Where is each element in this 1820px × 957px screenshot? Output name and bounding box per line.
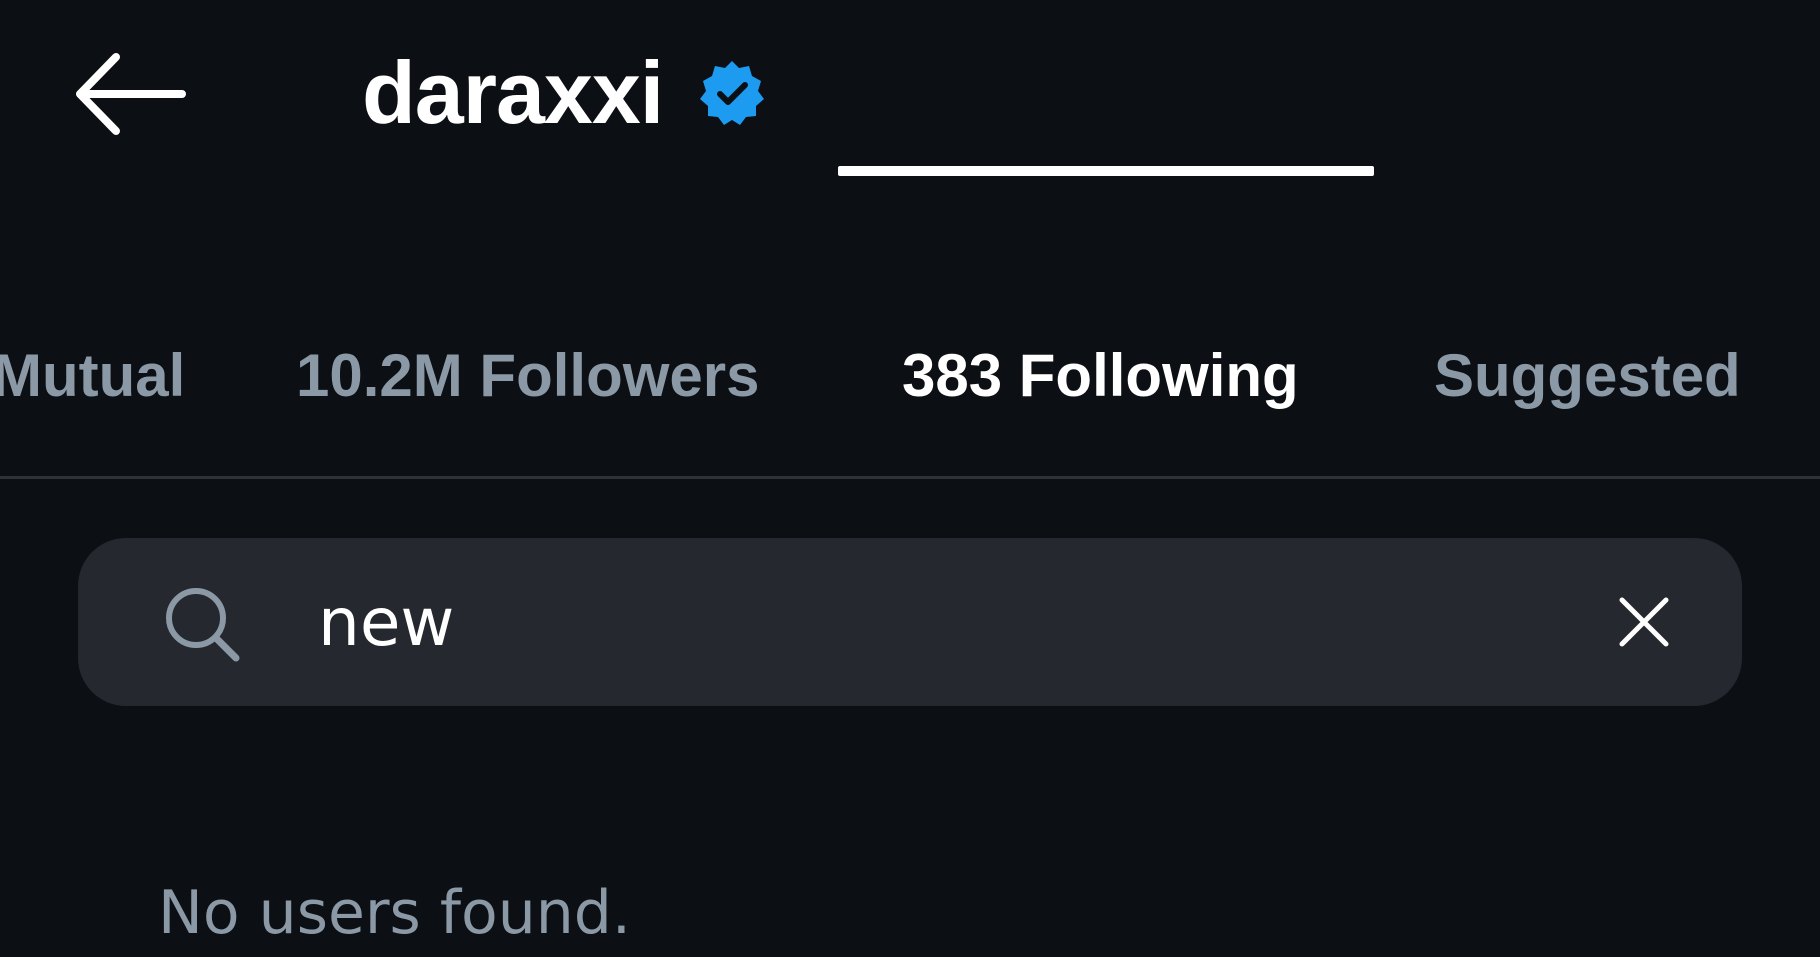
tab-mutual[interactable]: Mutual [0,320,185,430]
page-title: daraxxi [362,43,664,142]
tabs-divider [0,476,1820,479]
profile-header: daraxxi [362,38,767,148]
tab-followers[interactable]: 10.2M Followers [296,320,759,430]
search-input[interactable] [318,568,1558,676]
clear-search-button[interactable] [1602,580,1686,664]
search-icon [166,588,240,662]
following-page: daraxxi Mutual 10.2M Followers 383 Follo… [0,0,1820,957]
close-icon [1619,597,1669,647]
back-button[interactable] [70,44,210,144]
search-bar[interactable] [78,538,1742,706]
tab-following[interactable]: 383 Following [902,320,1299,430]
profile-tabs: Mutual 10.2M Followers 383 Following Sug… [0,300,1820,480]
active-tab-indicator [838,166,1374,176]
tab-suggested[interactable]: Suggested [1434,320,1741,430]
empty-state-message: No users found. [158,878,631,948]
verified-badge-icon [697,58,767,128]
arrow-left-icon [76,53,186,135]
